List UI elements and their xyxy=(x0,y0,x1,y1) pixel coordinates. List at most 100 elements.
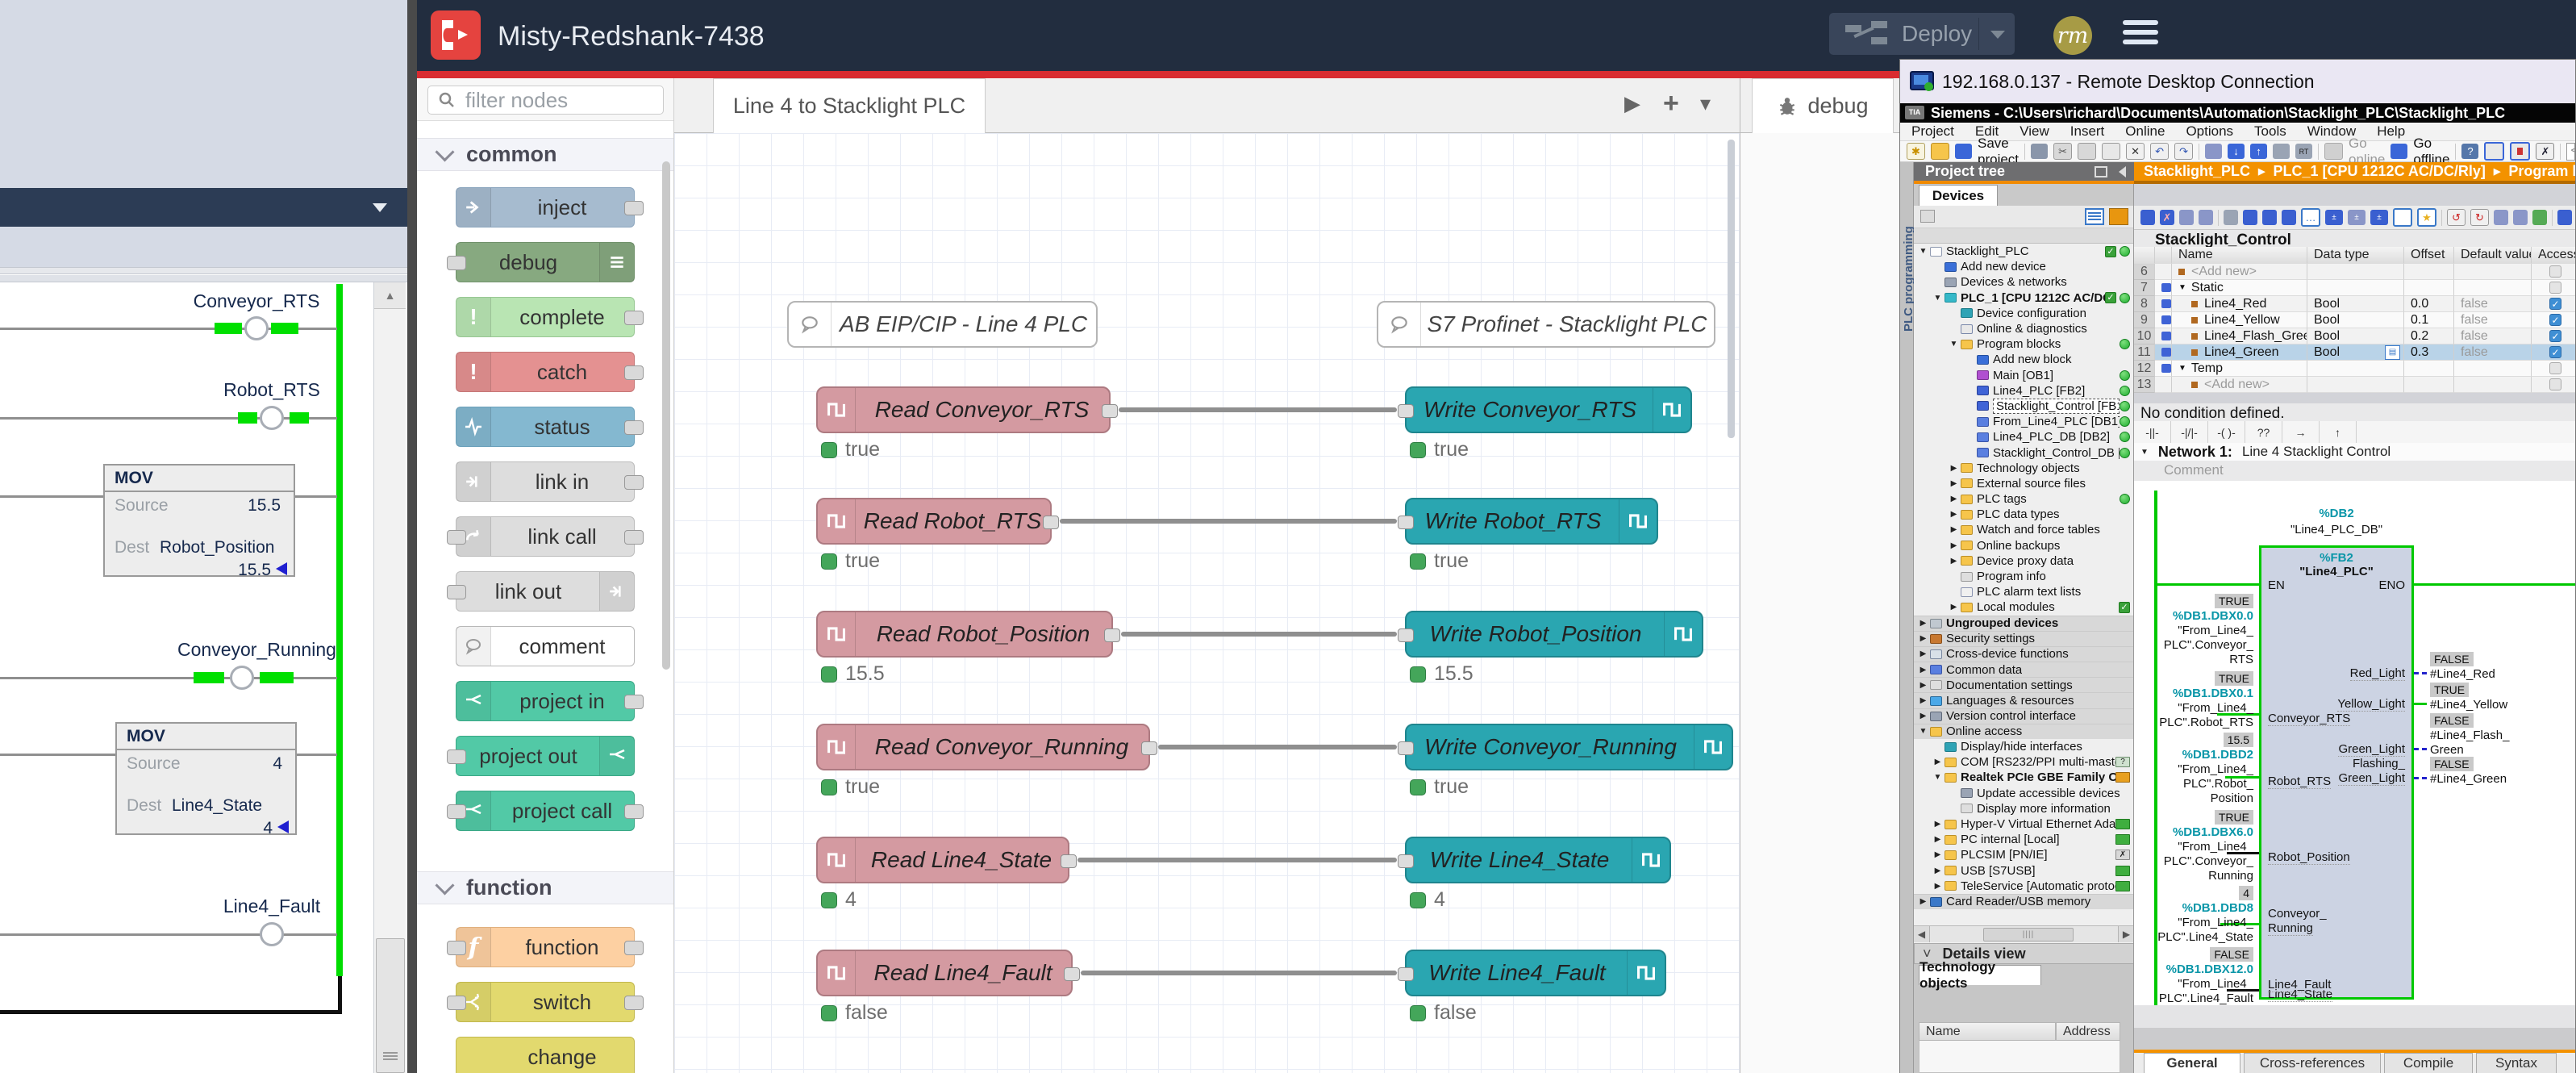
close-editor-icon[interactable]: ✗ xyxy=(2536,143,2554,160)
go-online-plug-icon[interactable] xyxy=(2324,143,2343,160)
upload-icon[interactable]: ↑ xyxy=(2250,144,2267,159)
palette-node-catch[interactable]: ! catch xyxy=(456,352,635,392)
input-port[interactable] xyxy=(447,996,466,1010)
add-row-above-icon[interactable] xyxy=(2179,210,2194,225)
col-accessible[interactable]: Accessible f... xyxy=(2532,247,2575,264)
network-header[interactable]: ▼ Network 1: Line 4 Stacklight Control xyxy=(2134,443,2575,461)
operand-line4-red[interactable]: FALSE #Line4_Red xyxy=(2430,652,2575,682)
write-node[interactable]: Write Robot_Position xyxy=(1405,611,1703,658)
tree-row[interactable]: ▶Languages & resources xyxy=(1914,692,2134,708)
network-canvas[interactable]: %DB2 "Line4_PLC_DB" %FB2 "Line4_PLC" EN … xyxy=(2134,481,2575,1005)
rdp-titlebar[interactable]: 192.168.0.137 - Remote Desktop Connectio… xyxy=(1900,60,2575,104)
palette-node-comment[interactable]: comment xyxy=(456,626,635,666)
breadcrumb-program-blocks[interactable]: Program blocks xyxy=(2508,163,2575,180)
search-project-input[interactable]: <Sear xyxy=(2566,143,2575,161)
tree-row[interactable]: ▶TeleService [Automatic protoco... xyxy=(1914,879,2134,894)
output-port[interactable] xyxy=(624,941,644,955)
operand-conveyor-running[interactable]: TRUE %DB1.DBX6.0 "From_Line4_ PLC".Conve… xyxy=(2134,810,2253,883)
pin-flashing-green-light-2[interactable]: Green_Light xyxy=(2338,771,2405,786)
wire[interactable] xyxy=(1121,632,1397,637)
tree-row[interactable]: From_Line4_PLC [DB1] xyxy=(1914,414,2134,429)
wire[interactable] xyxy=(1119,407,1397,412)
tree-row[interactable]: Add new device xyxy=(1914,259,2134,274)
save-icon[interactable] xyxy=(1955,144,1972,159)
delete-icon[interactable]: ✕ xyxy=(2126,143,2145,160)
network-comment[interactable]: Comment xyxy=(2164,462,2224,478)
pin-conveyor-running[interactable]: Conveyor_ xyxy=(2268,907,2327,921)
tree-row[interactable]: ▶Version control interface xyxy=(1914,708,2134,724)
pin-green-light[interactable]: Green_Light xyxy=(2338,742,2405,757)
tree-row[interactable]: ▶PLC data types xyxy=(1914,507,2134,522)
tree-row[interactable]: ▶Ungrouped devices xyxy=(1914,616,2134,631)
tree-view-icon[interactable] xyxy=(2085,208,2104,225)
read-node[interactable]: Read Robot_Position xyxy=(816,611,1113,658)
tab-general[interactable]: General xyxy=(2144,1053,2240,1073)
accessible-checkbox[interactable]: ✓ xyxy=(2549,346,2561,358)
menu-options[interactable]: Options xyxy=(2186,123,2233,140)
output-port[interactable] xyxy=(624,804,644,819)
read-node[interactable]: Read Conveyor_RTS xyxy=(816,386,1111,433)
tree-row[interactable]: Display more information xyxy=(1914,801,2134,816)
breadcrumb-project[interactable]: Stacklight_PLC xyxy=(2144,163,2250,180)
compile-icon[interactable] xyxy=(2205,144,2222,159)
comments-toggle-icon[interactable]: … xyxy=(2301,208,2320,227)
tree-hscrollbar[interactable]: ◀ |||| ▶ xyxy=(1914,925,2134,942)
wire[interactable] xyxy=(1081,971,1397,975)
add-row-below-icon[interactable] xyxy=(2199,210,2213,225)
tia-titlebar[interactable]: TIA Siemens - C:\Users\richard\Documents… xyxy=(1900,103,2575,123)
download-icon[interactable]: ↓ xyxy=(2228,144,2245,159)
ladder-scrollbar[interactable]: ▲ xyxy=(373,282,406,1073)
monitor-toggle-icon[interactable] xyxy=(2393,208,2412,227)
upload-block-icon[interactable]: ± xyxy=(2348,210,2366,225)
palette-node-switch[interactable]: switch xyxy=(456,982,635,1022)
table-row[interactable]: 7 ▼Static xyxy=(2134,280,2575,296)
window-split2-icon[interactable] xyxy=(2510,142,2530,161)
menu-insert[interactable]: Insert xyxy=(2070,123,2105,140)
pin-red-light[interactable]: Red_Light xyxy=(2350,666,2405,681)
tree-row[interactable]: Main [OB1] xyxy=(1914,368,2134,383)
tree-row[interactable]: Online & diagnostics xyxy=(1914,321,2134,336)
tab-syntax[interactable]: Syntax xyxy=(2476,1053,2557,1073)
favorites-icon[interactable]: ★ xyxy=(2417,208,2436,227)
palette-scrollbar[interactable] xyxy=(662,161,670,670)
write-node[interactable]: Write Line4_State xyxy=(1405,837,1671,883)
tree-row[interactable]: Add new block xyxy=(1914,352,2134,367)
operand-conveyor-rts[interactable]: TRUE %DB1.DBX0.0 "From_Line4_ PLC".Conve… xyxy=(2134,594,2253,667)
copy-icon[interactable] xyxy=(2078,143,2096,160)
no-contact-button[interactable]: -||- xyxy=(2134,421,2171,443)
start-cpu-icon[interactable] xyxy=(2273,144,2290,159)
main-menu-button[interactable] xyxy=(2123,20,2158,44)
output-port[interactable] xyxy=(1104,628,1120,642)
operand-line4-state[interactable]: 4 %DB1.DBD8 "From_Line4_ PLC".Line4_Stat… xyxy=(2134,886,2253,945)
pin-conveyor-rts[interactable]: Conveyor_RTS xyxy=(2268,712,2350,726)
read-node[interactable]: Read Line4_Fault xyxy=(816,950,1073,996)
col-default[interactable]: Default value xyxy=(2454,247,2532,264)
collapse-pane-icon[interactable] xyxy=(2119,166,2126,177)
details-col-address[interactable]: Address xyxy=(2056,1022,2120,1041)
comment-node-ab[interactable]: AB EIP/CIP - Line 4 PLC xyxy=(787,301,1098,348)
tree-row[interactable]: Device configuration xyxy=(1914,306,2134,321)
tree-row[interactable]: ▼Realtek PCIe GBE Family Con... xyxy=(1914,770,2134,785)
table-row[interactable]: 9 Line4_Yellow Bool 0.1 false ✓ xyxy=(2134,312,2575,328)
tree-row[interactable]: Line4_PLC [FB2] xyxy=(1914,383,2134,399)
tab-technology-objects[interactable]: Technology objects xyxy=(1919,965,2041,985)
tab-devices[interactable]: Devices xyxy=(1919,185,1998,206)
search-input[interactable]: filter nodes xyxy=(427,86,664,115)
palette-node-link-call[interactable]: link call xyxy=(456,516,635,557)
output-port[interactable] xyxy=(624,695,644,709)
tree-row[interactable]: ▶Local modules✓ xyxy=(1914,599,2134,615)
tree-row[interactable]: ▼Stacklight_PLC✓ xyxy=(1914,244,2134,259)
palette-node-link-in[interactable]: link in xyxy=(456,461,635,502)
tree-row[interactable]: ▶Documentation settings xyxy=(1914,677,2134,692)
tab-compile[interactable]: Compile xyxy=(2384,1053,2473,1073)
tree-row-selected[interactable]: Stacklight_Control [FB1] xyxy=(1914,399,2134,414)
more-icon[interactable] xyxy=(2557,210,2572,225)
tree-row[interactable]: ▶PLC tags xyxy=(1914,491,2134,507)
output-port[interactable] xyxy=(624,365,644,380)
keep-actual-icon[interactable] xyxy=(2224,210,2238,225)
palette-node-change[interactable]: change xyxy=(456,1037,635,1073)
menu-view[interactable]: View xyxy=(2020,123,2049,140)
input-port[interactable] xyxy=(447,530,466,545)
input-port[interactable] xyxy=(1398,967,1414,981)
output-coil[interactable] xyxy=(244,316,269,340)
